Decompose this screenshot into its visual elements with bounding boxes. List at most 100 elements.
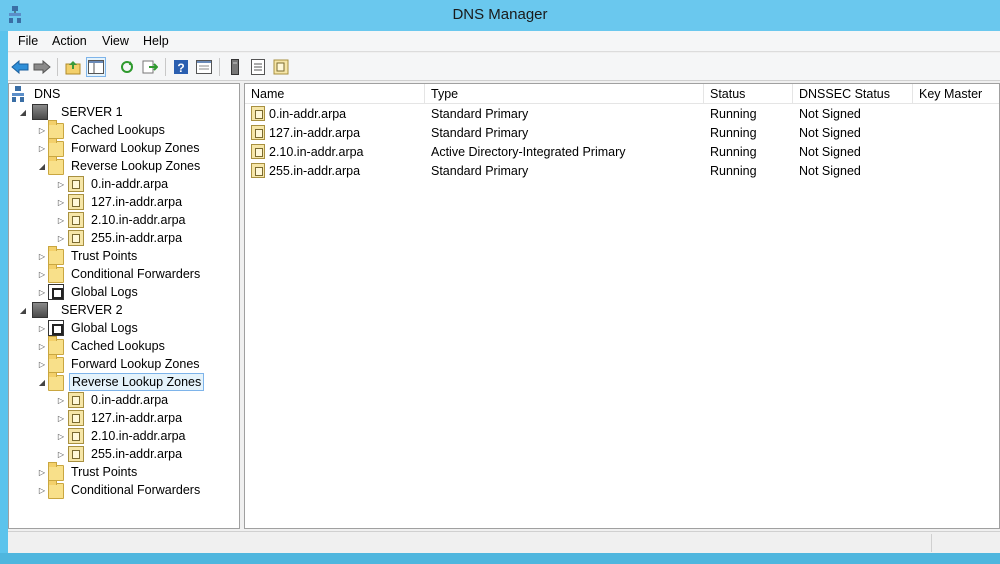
- tree-label: Forward Lookup Zones: [71, 141, 200, 155]
- tree-item-forward-lookup-zones[interactable]: ▷ Forward Lookup Zones: [36, 354, 202, 373]
- expand-arrow-icon[interactable]: ▷: [36, 121, 48, 139]
- expand-arrow-icon[interactable]: ▷: [36, 463, 48, 481]
- expand-arrow-icon[interactable]: ▷: [55, 211, 67, 229]
- zone-icon: [68, 194, 84, 210]
- expand-arrow-icon[interactable]: ▷: [36, 337, 48, 355]
- tree-item-dns-root[interactable]: DNS: [11, 85, 62, 103]
- column-header-name[interactable]: Name: [245, 84, 425, 104]
- cell-name: 0.in-addr.arpa: [250, 105, 346, 124]
- refresh-icon[interactable]: [117, 57, 137, 77]
- column-header-dnssec-status[interactable]: DNSSEC Status: [793, 84, 913, 104]
- collapse-arrow-icon[interactable]: ◢: [36, 157, 48, 175]
- tree-item-forward-lookup-zones[interactable]: ▷ Forward Lookup Zones: [36, 138, 202, 157]
- tree-label: Trust Points: [71, 465, 138, 479]
- tree-item-reverse-lookup-zones[interactable]: ◢ Reverse Lookup Zones: [36, 156, 202, 175]
- cell-dnssec: Not Signed: [799, 145, 861, 159]
- expand-arrow-icon[interactable]: ▷: [55, 445, 67, 463]
- collapse-arrow-icon[interactable]: ◢: [17, 103, 29, 121]
- expand-arrow-icon[interactable]: ▷: [55, 193, 67, 211]
- tree-label: Forward Lookup Zones: [71, 357, 200, 371]
- properties-view-icon[interactable]: [194, 57, 214, 77]
- table-row[interactable]: 255.in-addr.arpa Standard Primary Runnin…: [245, 162, 999, 181]
- expand-arrow-icon[interactable]: ▷: [55, 229, 67, 247]
- tree-item-trust-points[interactable]: ▷ Trust Points: [36, 462, 139, 481]
- zone-icon: [68, 410, 84, 426]
- collapse-arrow-icon[interactable]: ◢: [36, 373, 48, 391]
- tree-item-zone[interactable]: ▷ 255.in-addr.arpa: [55, 445, 184, 463]
- tree-item-server-2[interactable]: ◢ SERVER 2: [17, 301, 125, 319]
- cell-name: 2.10.in-addr.arpa: [250, 143, 364, 162]
- expand-arrow-icon[interactable]: ▷: [36, 283, 48, 301]
- forward-icon[interactable]: [32, 57, 52, 77]
- expand-arrow-icon[interactable]: ▷: [36, 481, 48, 499]
- tree-label: DNS: [34, 87, 61, 101]
- tree-item-global-logs[interactable]: ▷ Global Logs: [36, 319, 140, 337]
- tree-item-zone[interactable]: ▷ 2.10.in-addr.arpa: [55, 427, 188, 445]
- back-icon[interactable]: [10, 57, 30, 77]
- tree-item-cached-lookups[interactable]: ▷ Cached Lookups: [36, 336, 167, 355]
- tree-label: Reverse Lookup Zones: [69, 373, 205, 391]
- table-row[interactable]: 0.in-addr.arpa Standard Primary Running …: [245, 105, 999, 124]
- up-folder-icon[interactable]: [63, 57, 83, 77]
- tree-item-reverse-lookup-zones-selected[interactable]: ◢ Reverse Lookup Zones: [36, 372, 205, 391]
- results-list[interactable]: Name Type Status DNSSEC Status Key Maste…: [244, 83, 1000, 529]
- tree-label: Global Logs: [71, 285, 138, 299]
- tree-label: Conditional Forwarders: [71, 267, 201, 281]
- tree-item-conditional-forwarders[interactable]: ▷ Conditional Forwarders: [36, 264, 202, 283]
- table-row[interactable]: 127.in-addr.arpa Standard Primary Runnin…: [245, 124, 999, 143]
- table-row[interactable]: 2.10.in-addr.arpa Active Directory-Integ…: [245, 143, 999, 162]
- folder-icon: [48, 246, 64, 265]
- console-tree[interactable]: DNS ◢ SERVER 1 ▷ Cached Lookups ▷ Forwar…: [8, 83, 240, 529]
- folder-icon: [48, 462, 64, 481]
- tree-item-zone[interactable]: ▷ 2.10.in-addr.arpa: [55, 211, 188, 229]
- tree-item-zone[interactable]: ▷ 0.in-addr.arpa: [55, 175, 170, 193]
- server-icon[interactable]: [225, 57, 245, 77]
- tree-item-server-1[interactable]: ◢ SERVER 1: [17, 103, 125, 121]
- column-header-status[interactable]: Status: [704, 84, 793, 104]
- column-header-type[interactable]: Type: [425, 84, 704, 104]
- zone-icon: [251, 144, 265, 160]
- toolbar-separator: [165, 58, 166, 76]
- expand-arrow-icon[interactable]: ▷: [36, 139, 48, 157]
- column-header-key-master[interactable]: Key Master: [913, 84, 999, 104]
- collapse-arrow-icon[interactable]: ◢: [17, 301, 29, 319]
- tree-label: Cached Lookups: [71, 339, 165, 353]
- menu-help[interactable]: Help: [142, 34, 170, 48]
- expand-arrow-icon[interactable]: ▷: [36, 247, 48, 265]
- menu-view[interactable]: View: [101, 34, 130, 48]
- expand-arrow-icon[interactable]: ▷: [55, 175, 67, 193]
- cell-name-text: 0.in-addr.arpa: [269, 107, 347, 121]
- expand-arrow-icon[interactable]: ▷: [55, 409, 67, 427]
- export-list-icon[interactable]: [140, 57, 160, 77]
- list-header: Name Type Status DNSSEC Status Key Maste…: [245, 84, 999, 104]
- tree-item-trust-points[interactable]: ▷ Trust Points: [36, 246, 139, 265]
- svg-text:?: ?: [177, 61, 184, 75]
- expand-arrow-icon[interactable]: ▷: [36, 355, 48, 373]
- menu-action[interactable]: Action: [51, 34, 88, 48]
- list-icon[interactable]: [248, 57, 268, 77]
- help-icon[interactable]: ?: [171, 57, 191, 77]
- expand-arrow-icon[interactable]: ▷: [36, 319, 48, 337]
- tree-label: 2.10.in-addr.arpa: [91, 213, 186, 227]
- cell-status: Running: [710, 145, 757, 159]
- tree-item-global-logs[interactable]: ▷ Global Logs: [36, 283, 140, 301]
- tree-label: 0.in-addr.arpa: [91, 393, 169, 407]
- tree-item-conditional-forwarders[interactable]: ▷ Conditional Forwarders: [36, 480, 202, 499]
- main-window: File Action View Help ? DNS ◢ SERVER 1 ▷…: [8, 31, 1000, 553]
- menu-file[interactable]: File: [17, 34, 39, 48]
- tree-item-cached-lookups[interactable]: ▷ Cached Lookups: [36, 120, 167, 139]
- zone-icon[interactable]: [271, 57, 291, 77]
- tree-item-zone[interactable]: ▷ 0.in-addr.arpa: [55, 391, 170, 409]
- zone-icon: [68, 230, 84, 246]
- show-hide-console-tree-icon[interactable]: [86, 57, 106, 77]
- expand-arrow-icon[interactable]: ▷: [55, 391, 67, 409]
- tree-item-zone[interactable]: ▷ 255.in-addr.arpa: [55, 229, 184, 247]
- cell-name-text: 2.10.in-addr.arpa: [269, 145, 364, 159]
- expand-arrow-icon[interactable]: ▷: [55, 427, 67, 445]
- tree-item-zone[interactable]: ▷ 127.in-addr.arpa: [55, 193, 184, 211]
- cell-dnssec: Not Signed: [799, 126, 861, 140]
- cell-dnssec: Not Signed: [799, 107, 861, 121]
- tree-item-zone[interactable]: ▷ 127.in-addr.arpa: [55, 409, 184, 427]
- expand-arrow-icon[interactable]: ▷: [36, 265, 48, 283]
- cell-dnssec: Not Signed: [799, 164, 861, 178]
